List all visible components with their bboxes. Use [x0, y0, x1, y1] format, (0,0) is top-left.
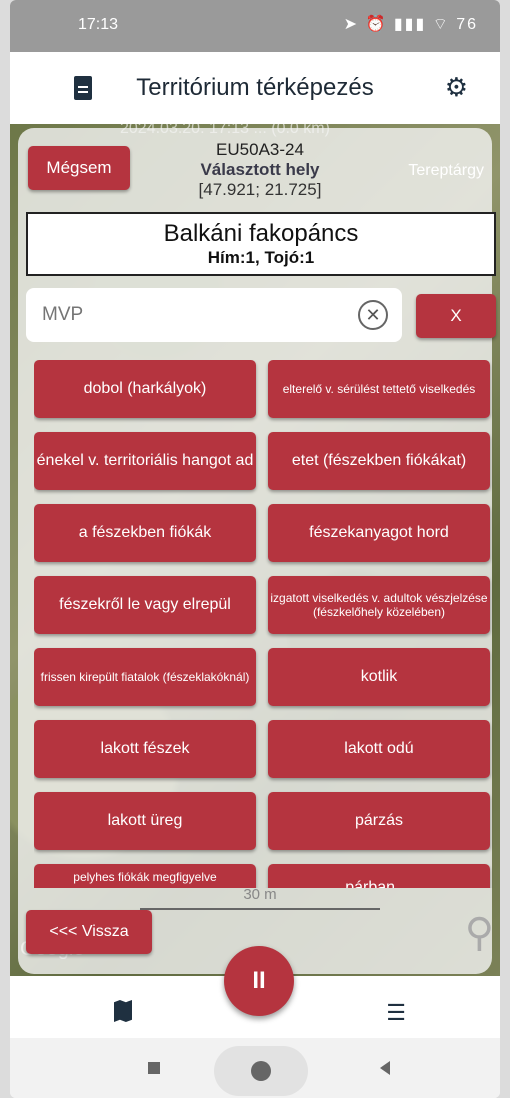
status-bar: 17:13 ➤ ⏰ ▮▮▮ ⌔ 76 [10, 0, 500, 52]
behavior-button[interactable]: lakott odú [268, 720, 490, 778]
behavior-button[interactable]: pelyhes fiókák megfigyelve [34, 864, 256, 888]
territory-code: EU50A3-24 [216, 140, 304, 159]
behavior-button[interactable]: párzás [268, 792, 490, 850]
gear-icon[interactable]: ⚙ [445, 72, 468, 103]
app-bar: Territórium térképezés ⚙ [10, 52, 500, 124]
back-button[interactable]: <<< Vissza [26, 910, 152, 954]
behavior-button[interactable]: elterelő v. sérülést tettető viselkedés [268, 360, 490, 418]
behavior-button[interactable]: kotlik [268, 648, 490, 706]
list-icon[interactable]: ☰ [386, 1000, 406, 1026]
phone-screen: 17:13 ➤ ⏰ ▮▮▮ ⌔ 76 Territórium térképezé… [10, 0, 500, 1098]
app-title: Territórium térképezés [136, 74, 374, 101]
map-scale: 30 m [140, 886, 380, 910]
species-name: Balkáni fakopáncs [163, 220, 359, 247]
behavior-button[interactable]: lakott fészek [34, 720, 256, 778]
behavior-button[interactable]: fészekanyagot hord [268, 504, 490, 562]
map-icon[interactable] [114, 1000, 132, 1022]
system-back-icon[interactable] [380, 1061, 390, 1075]
pause-button[interactable]: II [224, 946, 294, 1016]
x-button[interactable]: X [416, 294, 496, 338]
status-icons: ➤ ⏰ ▮▮▮ ⌔ 76 [343, 16, 478, 33]
system-navigation [10, 1038, 500, 1098]
behavior-button[interactable]: lakott üreg [34, 792, 256, 850]
home-button[interactable] [214, 1046, 308, 1096]
behavior-button[interactable]: a fészekben fiókák [34, 504, 256, 562]
behavior-button[interactable]: dobol (harkályok) [34, 360, 256, 418]
search-input[interactable] [40, 303, 358, 327]
zoom-out-icon[interactable]: ⚲ [465, 910, 494, 956]
location-header: EU50A3-24 Választott hely [47.921; 21.72… [130, 140, 390, 200]
search-field[interactable]: ✕ [26, 288, 402, 342]
behavior-button[interactable]: fészekről le vagy elrepül [34, 576, 256, 634]
coordinates: [47.921; 21.725] [198, 180, 322, 199]
clear-circle-icon[interactable]: ✕ [358, 300, 388, 330]
behavior-button[interactable]: izgatott viselkedés v. adultok vészjelzé… [268, 576, 490, 634]
chosen-place-label: Választott hely [200, 160, 320, 179]
recent-apps-icon[interactable] [148, 1062, 160, 1074]
species-counts: Hím:1, Tojó:1 [207, 248, 315, 267]
status-time: 17:13 [78, 16, 119, 33]
behavior-button[interactable]: párban ... [268, 864, 490, 888]
behavior-button[interactable]: etet (fészekben fiókákat) [268, 432, 490, 490]
cancel-button[interactable]: Mégsem [28, 146, 130, 190]
species-box: Balkáni fakopáncs Hím:1, Tojó:1 [26, 212, 496, 276]
behavior-button[interactable]: énekel v. territoriális hangot ad [34, 432, 256, 490]
object-label[interactable]: Tereptárgy [408, 162, 484, 180]
behavior-grid: dobol (harkályok) elterelő v. sérülést t… [34, 360, 500, 888]
behavior-button[interactable]: frissen kirepült fiatalok (fészeklakókná… [34, 648, 256, 706]
battery-level: 76 [456, 16, 478, 33]
